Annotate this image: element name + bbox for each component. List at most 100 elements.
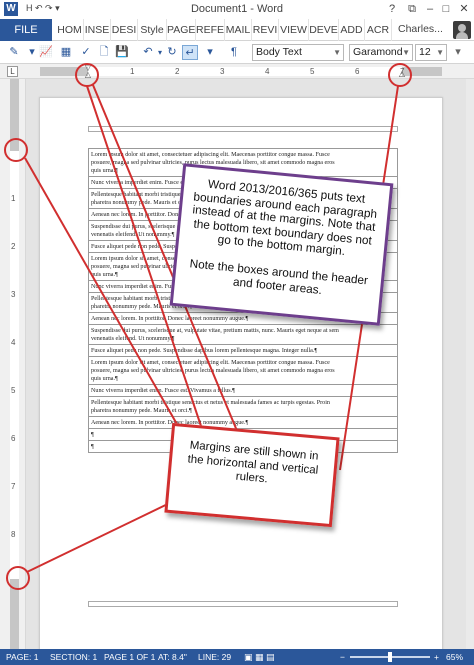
paragraph-line: posuere, magna sed pulvinar ultricies, p…: [91, 368, 335, 374]
vertical-ruler-number: 4: [11, 338, 16, 347]
vertical-ruler-number: 7: [11, 482, 16, 491]
zoom-level[interactable]: 65%: [446, 649, 463, 665]
layout-view-icons[interactable]: ▣ ▦ ▤: [244, 649, 275, 665]
tab-style[interactable]: Style: [138, 19, 167, 41]
font-size-value: 12: [419, 46, 431, 58]
vertical-scrollbar[interactable]: [466, 79, 474, 649]
zoom-slider-thumb[interactable]: [388, 652, 392, 662]
paragraph[interactable]: Nunc viverra imperdiet enim. Fusce est. …: [88, 385, 398, 397]
right-margin-area: [402, 67, 442, 76]
status-section[interactable]: SECTION: 1: [50, 649, 97, 665]
tab-review[interactable]: REVI: [252, 19, 279, 41]
paragraph[interactable]: Fusce aliquet pede non pede. Suspendisse…: [88, 345, 398, 357]
ribbon-tabs: FILE HOM INSE DESI Style PAGE REFE MAIL …: [0, 19, 474, 41]
ruler-number: 5: [310, 67, 315, 76]
more-commands-icon[interactable]: ▾: [202, 45, 218, 60]
paragraph[interactable]: Suspendisse dui purus, scelerisque at, v…: [88, 325, 398, 345]
title-bar: W H ↶ ↷ ▾ Document1 - Word ? ⧉ – □ ✕: [0, 0, 474, 19]
ruler-number: 4: [265, 67, 270, 76]
right-indent-icon[interactable]: △: [398, 70, 406, 78]
chevron-down-icon: ▼: [402, 48, 410, 57]
chart-icon[interactable]: 📈: [38, 45, 54, 60]
horizontal-ruler[interactable]: L 1234567 ▽ △ △: [0, 64, 474, 79]
paragraph[interactable]: Aenean nec lorem. In porttitor. Donec la…: [88, 417, 398, 429]
font-select-value: Garamond: [353, 46, 403, 58]
tab-add-ins[interactable]: ADD: [339, 19, 365, 41]
zoom-in-icon[interactable]: +: [434, 649, 439, 665]
paragraph-mark-icon[interactable]: ¶: [226, 45, 242, 60]
paragraph-line: quis urna.¶: [91, 376, 118, 382]
table-icon[interactable]: ▦: [58, 45, 74, 60]
vertical-ruler-number: 3: [11, 290, 16, 299]
paragraph-line: Lorem ipsum dolor sit amet, consectetuer…: [91, 152, 330, 158]
maximize-icon[interactable]: □: [438, 1, 454, 17]
zoom-out-icon[interactable]: −: [340, 649, 345, 665]
paragraph-line: pharetra nonummy pede. Mauris et orci.¶: [91, 408, 192, 414]
vertical-text-area: [10, 151, 19, 579]
paragraph-line: posuere, magna sed pulvinar ultricies, p…: [91, 160, 335, 166]
tab-mailings[interactable]: MAIL: [225, 19, 252, 41]
close-icon[interactable]: ✕: [456, 1, 472, 17]
zoom-slider[interactable]: [350, 652, 430, 662]
status-bar: PAGE: 1 SECTION: 1 PAGE 1 OF 1 AT: 8.4" …: [0, 649, 474, 665]
tab-acrobat[interactable]: ACR: [365, 19, 392, 41]
tab-design[interactable]: DESI: [111, 19, 138, 41]
style-select-value: Body Text: [256, 46, 302, 58]
ruler-number: 3: [220, 67, 225, 76]
tab-page-layout[interactable]: PAGE: [167, 19, 196, 41]
font-size-select[interactable]: 12 ▼: [415, 44, 447, 61]
status-page[interactable]: PAGE: 1: [6, 649, 38, 665]
chevron-down-icon: ▼: [333, 48, 341, 57]
ruler-number: 2: [175, 67, 180, 76]
tab-view[interactable]: VIEW: [279, 19, 309, 41]
top-margin-area: [10, 79, 19, 151]
paragraph-line: Suspendisse dui purus, scelerisque at, v…: [91, 328, 339, 334]
tab-file[interactable]: FILE: [0, 19, 52, 41]
show-formatting-icon[interactable]: ↵: [182, 45, 198, 60]
paragraph-boundaries-callout: Word 2013/2016/365 puts text boundaries …: [169, 163, 394, 326]
help-icon[interactable]: ?: [384, 1, 400, 17]
paragraph-line: Lorem ipsum dolor sit amet, consectetuer…: [91, 360, 330, 366]
vertical-ruler-number: 1: [11, 194, 16, 203]
paragraph[interactable]: Lorem ipsum dolor sit amet, consectetuer…: [88, 357, 398, 385]
status-at[interactable]: AT: 8.4": [158, 649, 187, 665]
paragraph-line: Fusce aliquet pede non pede. Suspendisse…: [91, 348, 318, 354]
status-line[interactable]: LINE: 29: [198, 649, 231, 665]
paragraph-line: Aenean nec lorem. In porttitor. Donec la…: [91, 420, 249, 426]
word-window: W H ↶ ↷ ▾ Document1 - Word ? ⧉ – □ ✕ FIL…: [0, 0, 474, 665]
format-painter-icon[interactable]: ✎: [6, 45, 22, 60]
avatar[interactable]: [453, 21, 471, 39]
status-page-of[interactable]: PAGE 1 OF 1: [104, 649, 155, 665]
header-boundary: [88, 126, 398, 132]
document-workspace[interactable]: Lorem ipsum dolor sit amet, consectetuer…: [26, 79, 474, 649]
vertical-ruler[interactable]: 1 2 3 4 5 6 7 8: [0, 79, 26, 649]
tab-selector-icon[interactable]: L: [7, 66, 18, 77]
vertical-ruler-number: 5: [11, 386, 16, 395]
ruler-number: 6: [355, 67, 360, 76]
ruler-number: 1: [130, 67, 135, 76]
font-select[interactable]: Garamond ▼: [349, 44, 413, 61]
ribbon-expand-icon[interactable]: ▾: [450, 45, 466, 60]
style-select[interactable]: Body Text ▼: [252, 44, 344, 61]
redo-icon[interactable]: ↻: [164, 45, 180, 60]
spelling-check-icon[interactable]: ✓: [78, 45, 94, 60]
print-preview-icon[interactable]: 🗋: [96, 45, 112, 60]
quick-toolbar: ✎ ▾ 📈 ▦ ✓ 🗋 💾 ↶ ▾ ↻ ↵ ▾ ¶ Body Text ▼ Ga…: [0, 41, 474, 64]
rulers-callout: Margins are still shown in the horizonta…: [164, 422, 340, 528]
save-icon[interactable]: 💾: [114, 45, 130, 60]
tab-insert[interactable]: INSE: [84, 19, 111, 41]
ribbon-display-icon[interactable]: ⧉: [404, 1, 420, 17]
paragraph-line: Nunc viverra imperdiet enim. Fusce est. …: [91, 388, 235, 394]
paragraph[interactable]: Pellentesque habitant morbi tristique se…: [88, 397, 398, 417]
tab-references[interactable]: REFE: [196, 19, 225, 41]
left-margin-area: [40, 67, 88, 76]
tab-developer[interactable]: DEVE: [309, 19, 339, 41]
vertical-ruler-number: 2: [11, 242, 16, 251]
minimize-icon[interactable]: –: [422, 1, 438, 17]
paragraph-line: venenatis eleifend. Ut nonummy.¶: [91, 336, 175, 342]
paragraph-line: Pellentesque habitant morbi tristique se…: [91, 400, 330, 406]
hanging-indent-icon[interactable]: △: [84, 71, 92, 79]
bottom-margin-area: [10, 579, 19, 649]
tab-home[interactable]: HOM: [56, 19, 84, 41]
user-name[interactable]: Charles...: [398, 23, 443, 35]
